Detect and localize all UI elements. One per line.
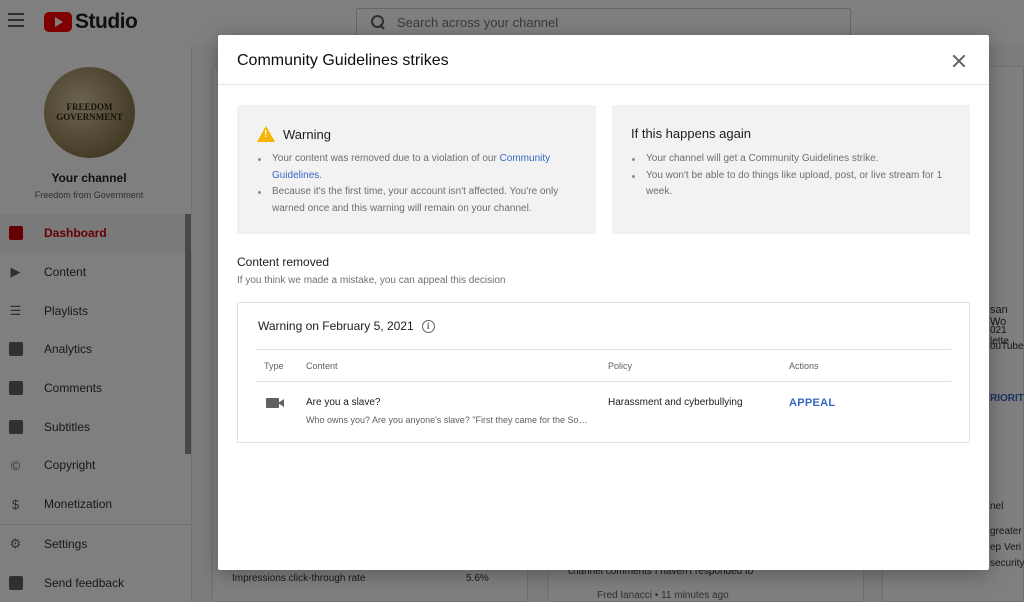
column-header-type: Type	[264, 361, 284, 371]
warning-box: Warning Your content was removed due to …	[237, 105, 596, 234]
consequences-list: Your channel will get a Community Guidel…	[632, 151, 955, 201]
column-header-actions: Actions	[789, 361, 819, 371]
info-icon[interactable]: i	[421, 319, 435, 333]
dialog-title: Community Guidelines strikes	[237, 52, 449, 69]
column-header-content: Content	[306, 361, 338, 371]
policy-text: Harassment and cyberbullying	[608, 397, 743, 408]
consequences-heading: If this happens again	[631, 126, 751, 141]
strike-table: Type Content Policy Actions Are you a sl…	[256, 349, 951, 438]
content-description: Who owns you? Are you anyone's slave? "F…	[306, 415, 590, 425]
strike-card: Warning on February 5, 2021 i Type Conte…	[237, 302, 970, 443]
consequences-box: If this happens again Your channel will …	[612, 105, 970, 234]
warning-icon	[257, 126, 275, 142]
warning-bullet: Your content was removed due to a violat…	[258, 151, 581, 184]
table-header: Type Content Policy Actions	[256, 349, 951, 382]
strikes-dialog: Community Guidelines strikes Warning You…	[218, 35, 989, 570]
table-row: Are you a slave? Who owns you? Are you a…	[256, 382, 951, 438]
appeal-button[interactable]: APPEAL	[789, 397, 835, 409]
close-icon[interactable]	[949, 51, 969, 71]
dialog-header: Community Guidelines strikes	[218, 35, 989, 85]
column-header-policy: Policy	[608, 361, 633, 371]
consequence-bullet: Your channel will get a Community Guidel…	[632, 151, 955, 168]
consequence-bullet: You won't be able to do things like uplo…	[632, 168, 955, 201]
strike-title: Warning on February 5, 2021 i	[258, 319, 435, 333]
warning-bullet: Because it's the first time, your accoun…	[258, 184, 581, 217]
bullet-text: Your content was removed due to a violat…	[272, 153, 500, 164]
bullet-end: .	[319, 169, 323, 181]
warning-list: Your content was removed due to a violat…	[258, 151, 581, 217]
warning-heading: Warning	[257, 126, 331, 142]
strike-title-text: Warning on February 5, 2021	[258, 319, 414, 333]
content-removed-subtitle: If you think we made a mistake, you can …	[237, 275, 506, 286]
content-removed-title: Content removed	[237, 255, 330, 269]
warning-heading-text: Warning	[283, 126, 331, 142]
content-title: Are you a slave?	[306, 397, 381, 408]
video-icon	[266, 398, 284, 408]
